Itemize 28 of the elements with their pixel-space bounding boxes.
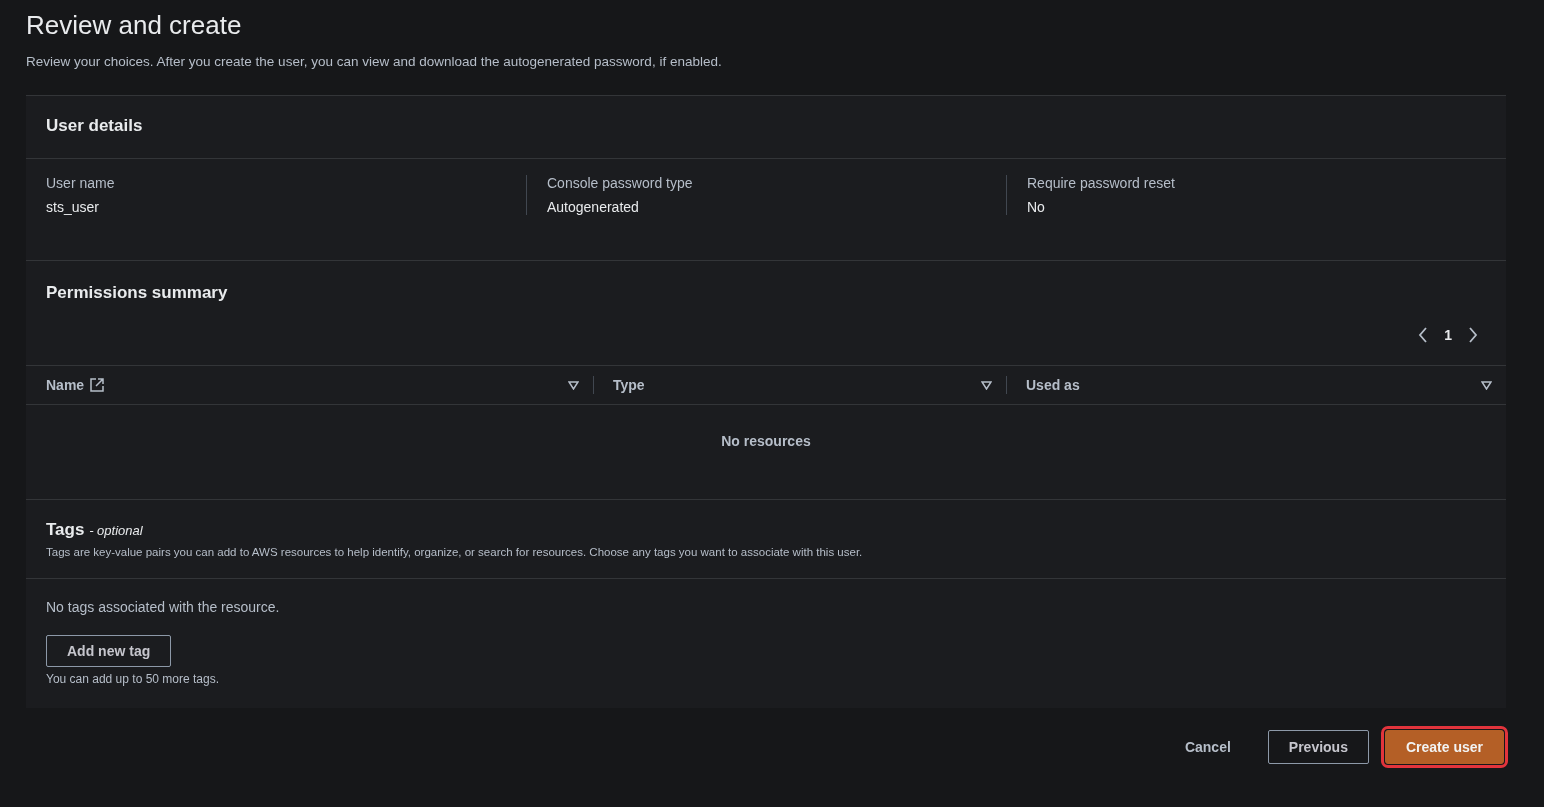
section-description: Tags are key-value pairs you can add to AWS resources to help identify, organize, or search for resources. Choose any tags you want to associate with this user.: [46, 546, 864, 558]
add-tag-button[interactable]: Add new tag: [46, 635, 172, 667]
page-description: Review your choices. After you create the user, you can view and download the autogenerated password, if enabled.: [26, 54, 723, 69]
column-header[interactable]: Type: [613, 377, 645, 393]
field-label: Require password reset: [1027, 175, 1176, 191]
external-link-icon: [90, 378, 105, 392]
page-number[interactable]: 1: [1444, 327, 1452, 343]
empty-table-text: No resources: [720, 432, 812, 451]
empty-tags-text: No tags associated with the resource.: [46, 599, 281, 615]
column-header[interactable]: Used as: [1026, 377, 1080, 393]
section-title: Permissions summary: [46, 283, 229, 303]
tag-limit-hint: You can add up to 50 more tags.: [46, 672, 220, 686]
section-title: Tags - optional: [46, 520, 144, 540]
field-value: No: [1027, 199, 1046, 215]
sort-caret-icon[interactable]: [1481, 380, 1492, 390]
previous-page-button[interactable]: [1418, 327, 1429, 343]
sort-caret-icon[interactable]: [568, 380, 579, 390]
field-value: Autogenerated: [547, 199, 640, 215]
column-header[interactable]: Name: [46, 377, 85, 393]
next-page-button[interactable]: [1468, 327, 1478, 343]
page-title: Review and create: [26, 9, 243, 42]
field-label: User name: [46, 175, 116, 191]
cancel-button[interactable]: Cancel: [1163, 730, 1252, 764]
previous-button[interactable]: Previous: [1267, 730, 1369, 764]
field-value: sts_user: [46, 199, 100, 215]
section-title: User details: [46, 116, 144, 136]
sort-caret-icon[interactable]: [981, 380, 992, 390]
field-label: Console password type: [547, 175, 694, 191]
